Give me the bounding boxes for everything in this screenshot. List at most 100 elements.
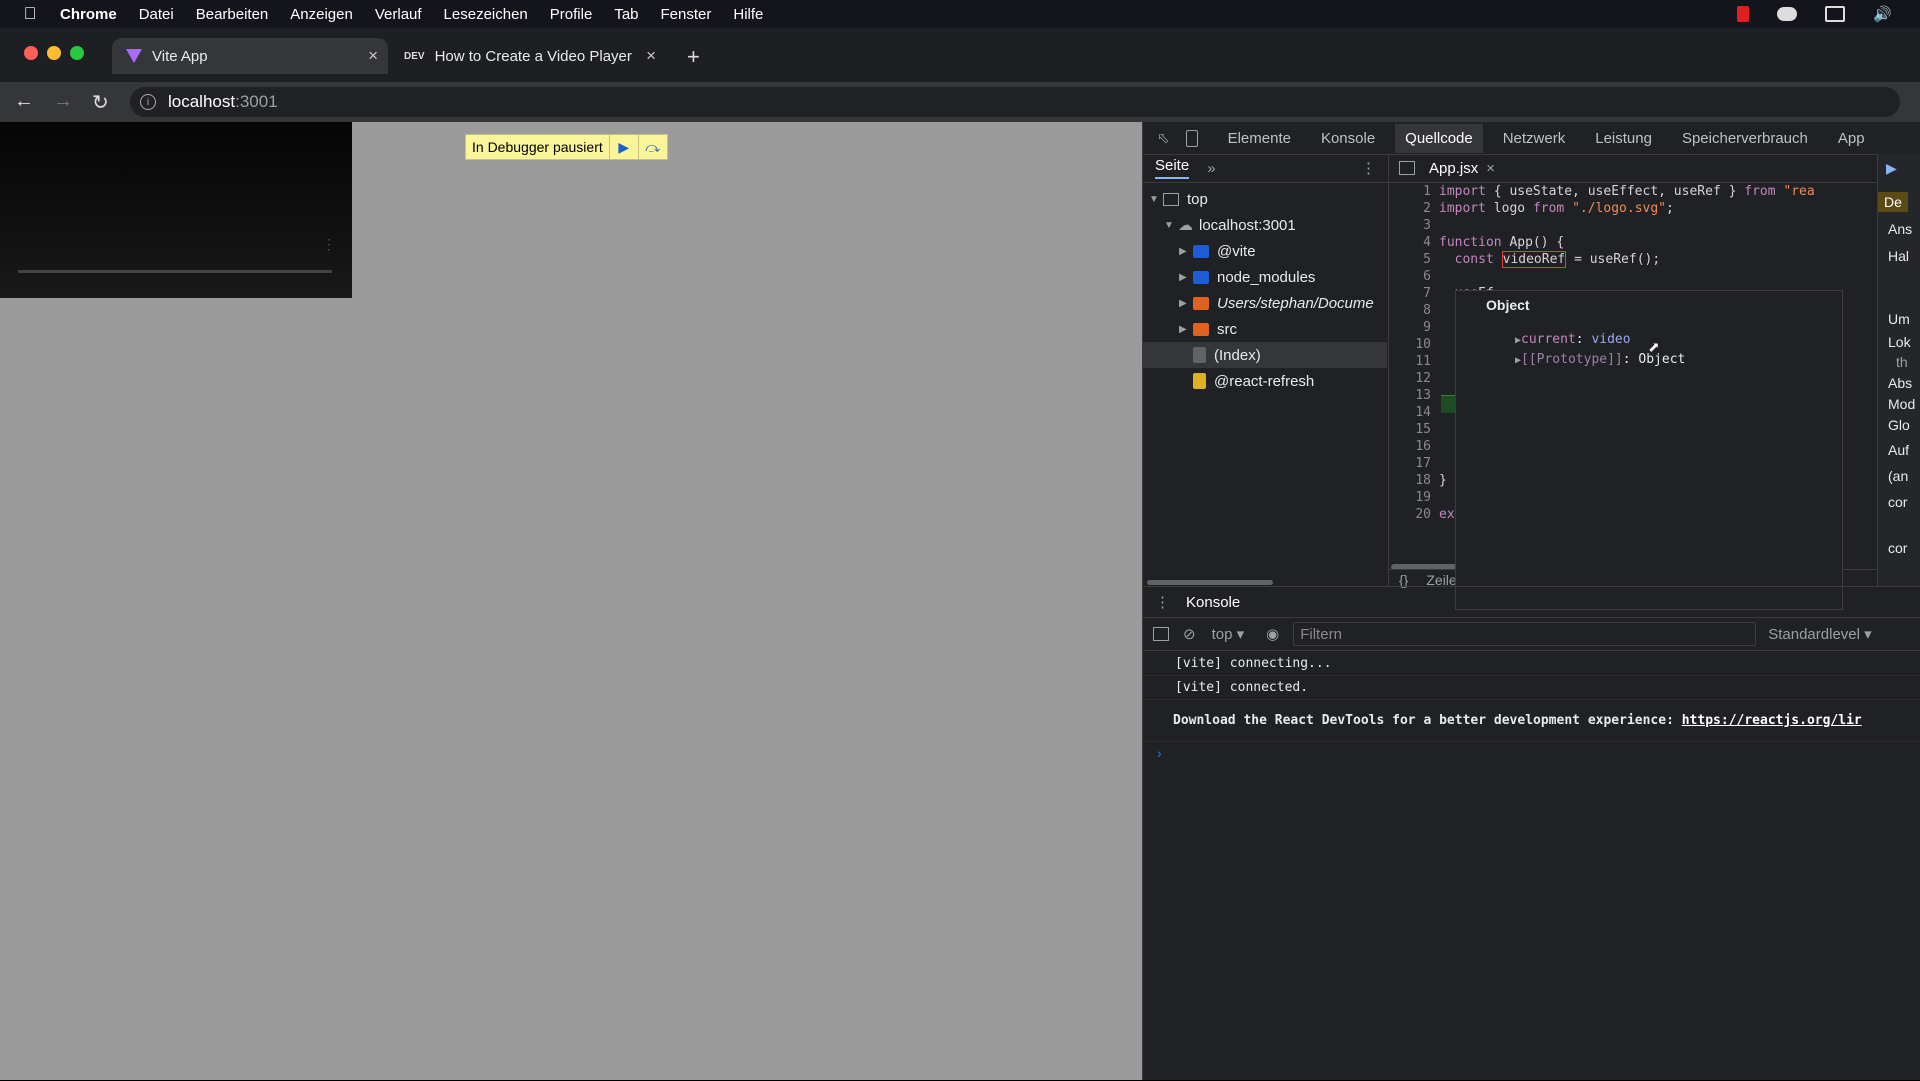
new-tab-button[interactable]: +: [687, 44, 700, 70]
tab-konsole[interactable]: Konsole: [1321, 130, 1375, 147]
tab-close-button[interactable]: ×: [646, 46, 656, 66]
code-line[interactable]: 18}: [1389, 473, 1446, 490]
scope-item[interactable]: Mod: [1888, 396, 1915, 412]
line-number[interactable]: 7: [1389, 286, 1439, 303]
tab-quellcode[interactable]: Quellcode: [1395, 123, 1483, 153]
tab-close-button[interactable]: ×: [368, 46, 378, 66]
code-line[interactable]: 3: [1389, 218, 1439, 235]
code-line[interactable]: 2 import logo from "./logo.svg";: [1389, 201, 1674, 218]
line-number[interactable]: 2: [1389, 201, 1439, 218]
record-icon[interactable]: [1737, 6, 1750, 22]
forward-arrow-icon[interactable]: →: [53, 90, 73, 113]
menu-bearbeiten[interactable]: Bearbeiten: [196, 6, 269, 23]
line-number[interactable]: 20: [1389, 507, 1439, 524]
tab-app[interactable]: App: [1838, 130, 1865, 147]
expand-triangle-icon[interactable]: ▼: [1164, 220, 1178, 231]
tree-item-node-modules[interactable]: ▶ node_modules: [1179, 264, 1315, 290]
scope-item[interactable]: cor: [1888, 540, 1907, 556]
tree-item-vite[interactable]: ▶ @vite: [1179, 238, 1256, 264]
video-menu-icon[interactable]: ⋮: [322, 236, 336, 253]
tab-netzwerk[interactable]: Netzwerk: [1503, 130, 1566, 147]
line-number[interactable]: 14: [1389, 405, 1439, 422]
line-number[interactable]: 16: [1389, 439, 1439, 456]
video-player[interactable]: ⋮: [0, 122, 352, 298]
scope-item[interactable]: th: [1896, 354, 1908, 370]
menu-verlauf[interactable]: Verlauf: [375, 6, 422, 23]
menu-fenster[interactable]: Fenster: [661, 6, 712, 23]
tab-video-player-article[interactable]: DEV How to Create a Video Player i ×: [394, 38, 666, 74]
scope-item[interactable]: Ans: [1888, 221, 1912, 237]
tree-item-src[interactable]: ▶ src: [1179, 316, 1237, 342]
back-arrow-icon[interactable]: ←: [14, 90, 34, 113]
menu-tab[interactable]: Tab: [614, 6, 638, 23]
line-number[interactable]: 11: [1389, 354, 1439, 371]
menu-hilfe[interactable]: Hilfe: [733, 6, 763, 23]
tab-elemente[interactable]: Elemente: [1228, 130, 1291, 147]
scope-item[interactable]: Um: [1888, 311, 1910, 327]
collapsed-triangle-icon[interactable]: ▶: [1179, 272, 1193, 283]
line-number[interactable]: 13: [1389, 388, 1439, 405]
menu-anzeigen[interactable]: Anzeigen: [290, 6, 353, 23]
code-line[interactable]: 19: [1389, 490, 1439, 507]
filter-input[interactable]: Filtern: [1293, 622, 1757, 646]
line-number[interactable]: 8: [1389, 303, 1439, 320]
code-line[interactable]: 1 import { useState, useEffect, useRef } …: [1389, 184, 1815, 201]
line-number[interactable]: 18: [1389, 473, 1439, 490]
tab-vite-app[interactable]: Vite App ×: [112, 38, 388, 74]
tree-item-react-refresh[interactable]: @react-refresh: [1193, 368, 1314, 394]
display-icon[interactable]: [1825, 6, 1846, 22]
expand-triangle-icon[interactable]: ▼: [1149, 194, 1163, 205]
line-number[interactable]: 5: [1389, 252, 1439, 269]
line-number[interactable]: 3: [1389, 218, 1439, 235]
editor-tab-app-jsx[interactable]: App.jsx: [1429, 160, 1478, 177]
scope-item[interactable]: cor: [1888, 494, 1907, 510]
zoom-window-button[interactable]: [70, 46, 84, 60]
close-window-button[interactable]: [24, 46, 38, 60]
line-number[interactable]: 15: [1389, 422, 1439, 439]
menu-profile[interactable]: Profile: [550, 6, 593, 23]
tab-leistung[interactable]: Leistung: [1595, 130, 1652, 147]
editor-tab-close-button[interactable]: ×: [1486, 160, 1495, 177]
react-devtools-link[interactable]: https://reactjs.org/lir: [1682, 713, 1862, 728]
collapsed-triangle-icon[interactable]: ▶: [1179, 298, 1193, 309]
menu-chrome[interactable]: Chrome: [60, 6, 117, 23]
address-bar[interactable]: i localhost :3001: [130, 87, 1900, 117]
tree-item-top[interactable]: ▼ top: [1149, 186, 1208, 212]
menu-lesezeichen[interactable]: Lesezeichen: [444, 6, 528, 23]
tree-item-index[interactable]: (Index): [1143, 342, 1387, 368]
inspect-element-icon[interactable]: ⬁: [1157, 129, 1170, 147]
code-line[interactable]: 15: [1389, 422, 1439, 439]
line-number[interactable]: 17: [1389, 456, 1439, 473]
toggle-navigator-icon[interactable]: [1399, 161, 1415, 175]
more-tabs-icon[interactable]: »: [1207, 160, 1215, 177]
code-line[interactable]: 11: [1389, 354, 1439, 371]
line-number[interactable]: 1: [1389, 184, 1439, 201]
tree-item-users-folder[interactable]: ▶ Users/stephan/Docume: [1179, 290, 1387, 316]
eye-icon[interactable]: ◉: [1266, 625, 1279, 643]
line-number[interactable]: 19: [1389, 490, 1439, 507]
sidebar-toggle-icon[interactable]: [1153, 627, 1169, 641]
device-toggle-icon[interactable]: [1185, 129, 1198, 147]
scope-item[interactable]: Hal: [1888, 248, 1909, 264]
resume-button[interactable]: ▶: [608, 135, 638, 159]
navigator-scrollbar[interactable]: [1147, 580, 1273, 585]
scope-item[interactable]: Abs: [1888, 375, 1912, 391]
collapsed-triangle-icon[interactable]: ▶: [1179, 324, 1193, 335]
line-number[interactable]: 4: [1389, 235, 1439, 252]
menu-datei[interactable]: Datei: [139, 6, 174, 23]
clear-console-icon[interactable]: ⊘: [1183, 625, 1196, 643]
tab-seite[interactable]: Seite: [1155, 157, 1190, 179]
line-number[interactable]: 10: [1389, 337, 1439, 354]
resume-debugger-icon[interactable]: ▶: [1886, 160, 1897, 177]
reload-icon[interactable]: ↻: [92, 90, 109, 115]
line-number[interactable]: 9: [1389, 320, 1439, 337]
toggle-icon[interactable]: [1777, 7, 1798, 21]
code-line[interactable]: 6: [1389, 269, 1439, 286]
scope-item[interactable]: Auf: [1888, 442, 1909, 458]
video-progress-bar[interactable]: [18, 270, 332, 273]
log-levels-dropdown[interactable]: Standardlevel ▾: [1768, 625, 1871, 643]
code-line[interactable]: 4 function App() {: [1389, 235, 1564, 252]
info-icon[interactable]: i: [140, 94, 156, 110]
line-number[interactable]: 12: [1389, 371, 1439, 388]
scope-item[interactable]: De: [1878, 192, 1908, 212]
